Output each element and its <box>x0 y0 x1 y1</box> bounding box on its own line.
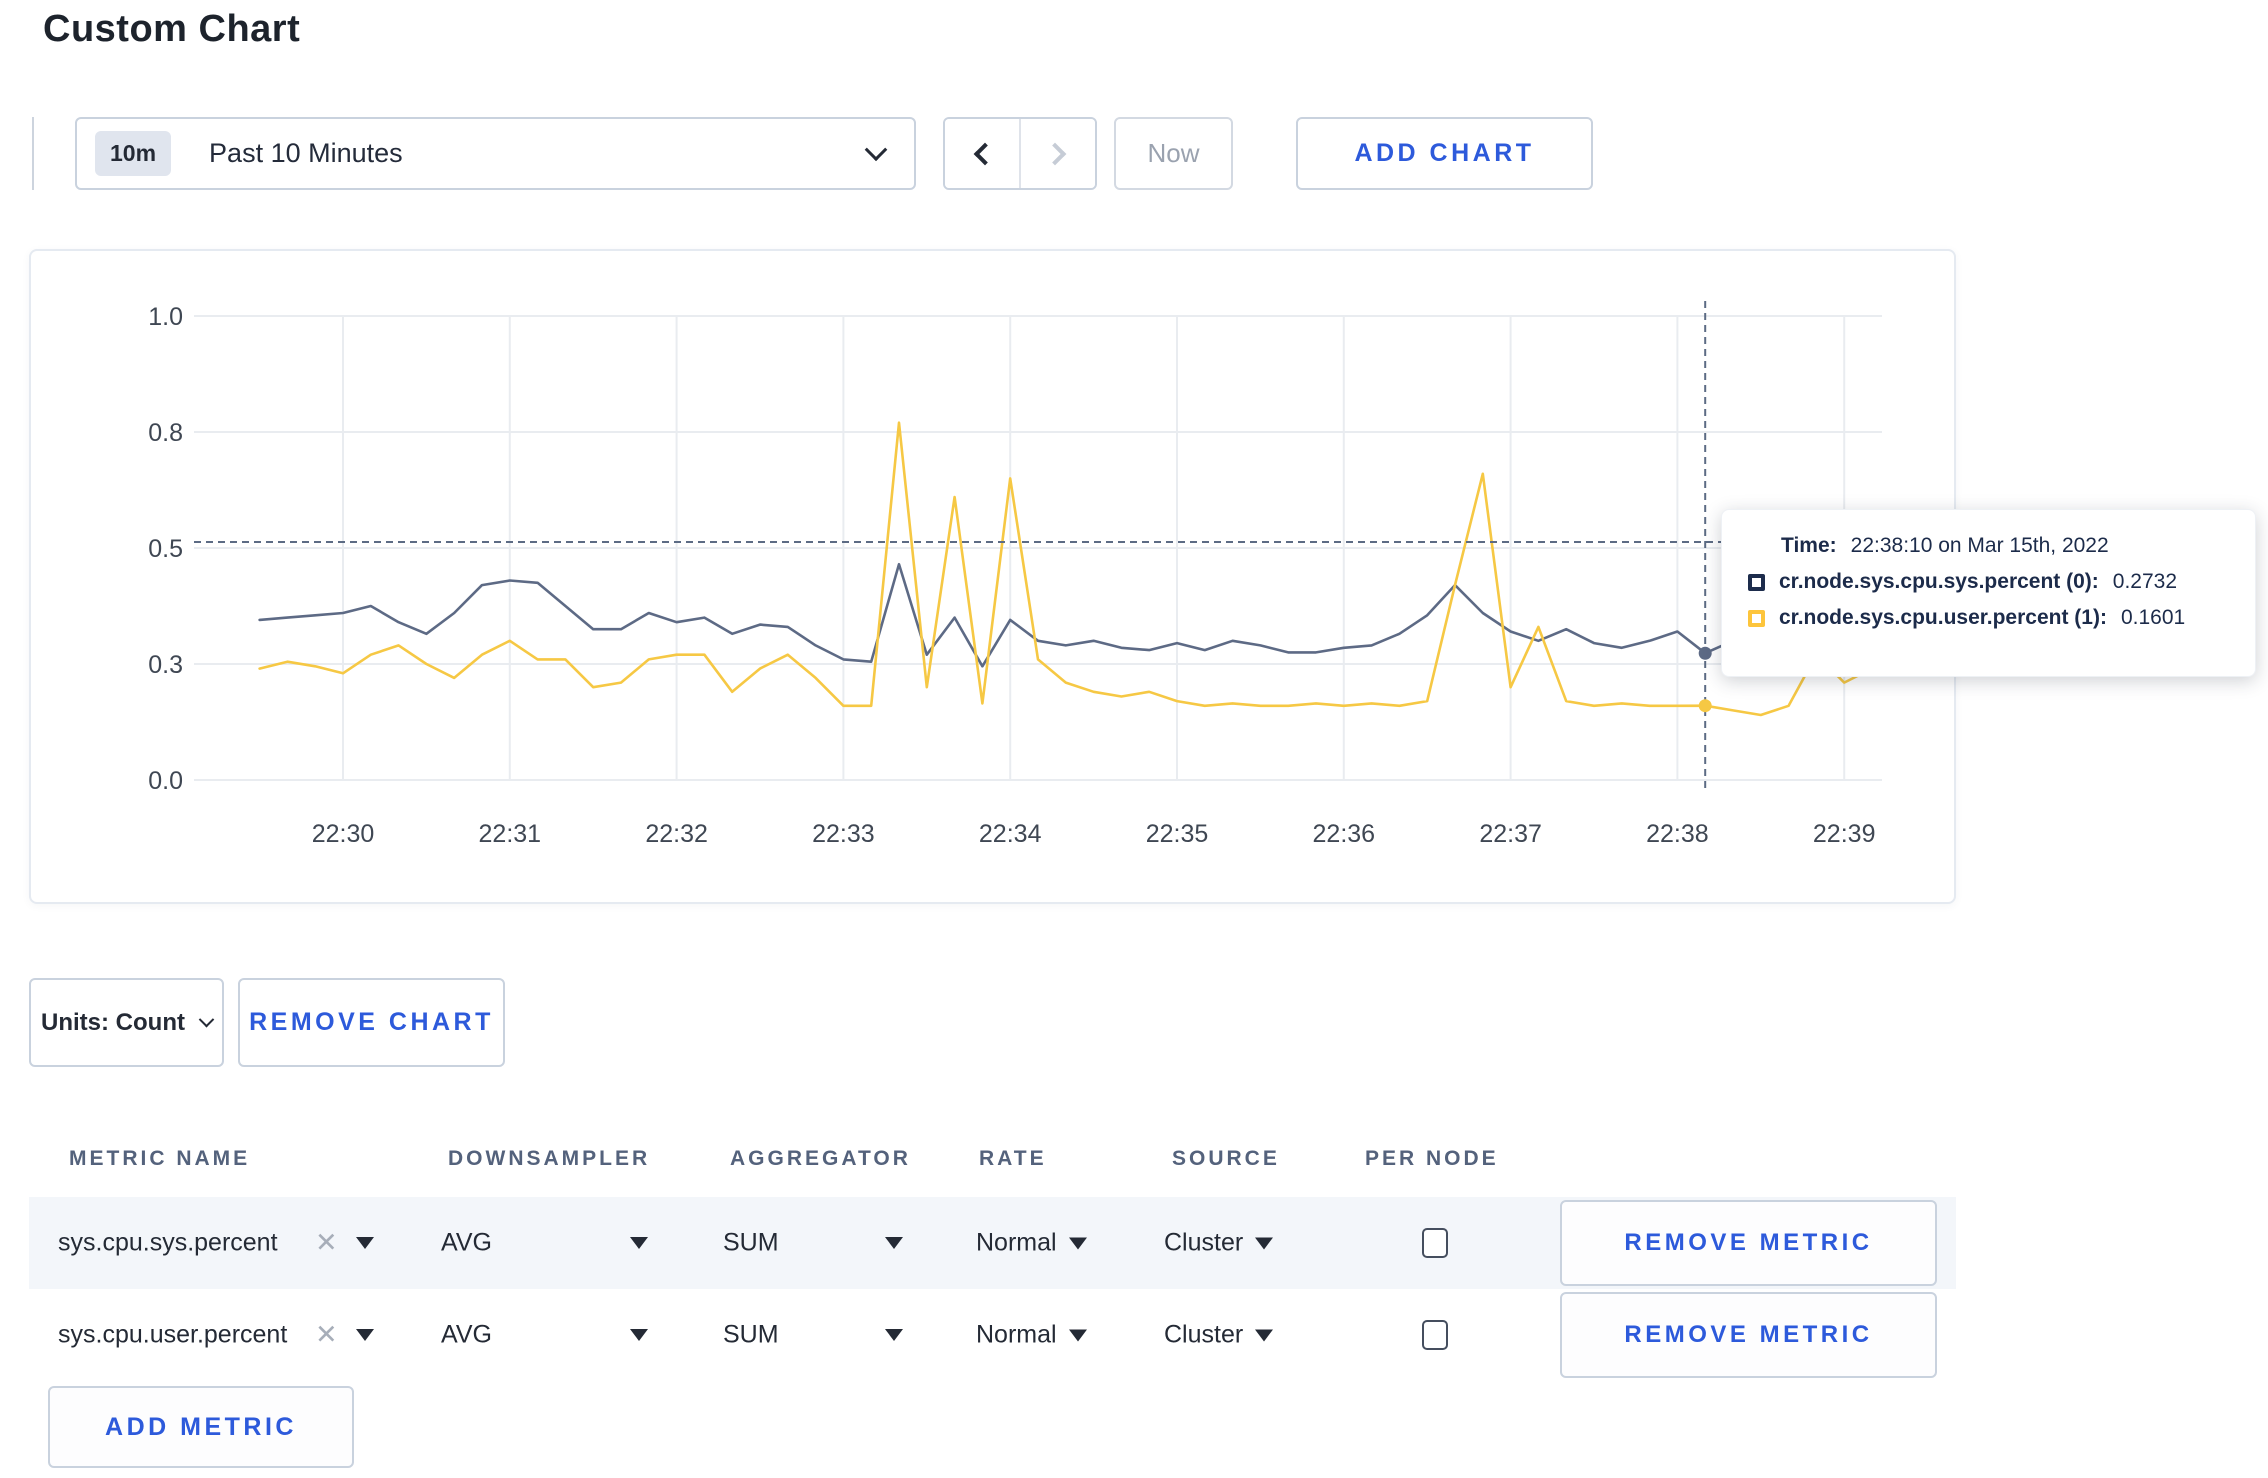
x-tick-label: 22:35 <box>1146 820 1209 848</box>
y-tick-label: 1.0 <box>148 303 183 331</box>
x-tick-label: 22:33 <box>812 820 875 848</box>
hover-dot <box>1698 646 1712 660</box>
add-chart-button[interactable]: ADD CHART <box>1296 117 1593 190</box>
close-icon[interactable]: ✕ <box>315 1320 338 1351</box>
page-title: Custom Chart <box>43 8 301 50</box>
metric-name: sys.cpu.sys.percent <box>58 1228 278 1257</box>
col-source: SOURCE <box>1172 1146 1280 1170</box>
downsampler-dropdown[interactable] <box>630 1237 648 1249</box>
aggregator-value[interactable]: SUM <box>723 1229 779 1258</box>
rate-value: Normal <box>976 1320 1057 1349</box>
tooltip-sys-series-name: cr.node.sys.cpu.sys.percent (0): <box>1779 570 2099 593</box>
add-metric-button[interactable]: ADD METRIC <box>48 1386 354 1468</box>
col-downsampler: DOWNSAMPLER <box>448 1146 651 1170</box>
caret-down-icon <box>630 1329 648 1341</box>
custom-chart-page: Custom Chart 10m Past 10 Minutes Now ADD… <box>0 0 2268 1478</box>
next-time-button[interactable] <box>1019 119 1095 188</box>
close-icon[interactable]: ✕ <box>315 1228 338 1259</box>
x-tick-label: 22:39 <box>1813 820 1876 848</box>
tooltip-time-value: 22:38:10 on Mar 15th, 2022 <box>1850 534 2109 557</box>
series-line-1 <box>258 421 1874 717</box>
checkbox-icon <box>1422 1228 1448 1258</box>
caret-down-icon <box>885 1329 903 1341</box>
metric-name-dropdown[interactable] <box>356 1329 374 1341</box>
x-tick-label: 22:38 <box>1646 820 1709 848</box>
tooltip-sys-series-value: 0.2732 <box>2112 570 2178 593</box>
caret-down-icon <box>630 1237 648 1249</box>
caret-down-icon <box>885 1237 903 1249</box>
sys-series-swatch-icon <box>1748 573 1765 591</box>
caret-down-icon <box>356 1329 374 1341</box>
x-tick-label: 22:34 <box>979 820 1042 848</box>
col-metric-name: METRIC NAME <box>69 1146 251 1170</box>
rate-dropdown[interactable]: Normal <box>976 1321 1087 1350</box>
table-row: sys.cpu.sys.percent ✕ AVG SUM Normal Clu… <box>29 1197 1956 1289</box>
units-label: Units: Count <box>41 1008 185 1036</box>
col-aggregator: AGGREGATOR <box>730 1146 911 1170</box>
source-dropdown[interactable]: Cluster <box>1164 1228 1274 1258</box>
x-tick-label: 22:36 <box>1313 820 1376 848</box>
per-node-checkbox[interactable] <box>1422 1320 1448 1350</box>
downsampler-value[interactable]: AVG <box>441 1321 492 1350</box>
tooltip-time-label: Time: <box>1781 534 1837 557</box>
series-line-0 <box>258 562 1874 668</box>
caret-down-icon <box>1068 1329 1087 1341</box>
time-range-label: Past 10 Minutes <box>209 138 403 168</box>
now-button[interactable]: Now <box>1114 117 1233 190</box>
aggregator-value[interactable]: SUM <box>723 1321 779 1350</box>
hover-dot <box>1698 699 1712 713</box>
caret-down-icon <box>1068 1237 1087 1249</box>
time-pager <box>943 117 1097 190</box>
source-value: Cluster <box>1164 1228 1244 1257</box>
caret-down-icon <box>1255 1237 1274 1249</box>
x-tick-label: 22:37 <box>1479 820 1542 848</box>
rate-dropdown[interactable]: Normal <box>976 1229 1087 1258</box>
chevron-down-icon <box>864 137 888 161</box>
checkbox-icon <box>1422 1320 1448 1350</box>
user-series-swatch-icon <box>1748 609 1765 627</box>
x-tick-label: 22:32 <box>645 820 708 848</box>
downsampler-value[interactable]: AVG <box>441 1229 492 1258</box>
source-value: Cluster <box>1164 1320 1244 1349</box>
y-tick-label: 0.8 <box>148 419 183 447</box>
x-tick-label: 22:31 <box>479 820 542 848</box>
source-dropdown[interactable]: Cluster <box>1164 1320 1274 1350</box>
col-rate: RATE <box>979 1146 1047 1170</box>
rate-value: Normal <box>976 1228 1057 1257</box>
time-range-badge: 10m <box>95 131 172 176</box>
tooltip-user-series-name: cr.node.sys.cpu.user.percent (1): <box>1779 606 2107 629</box>
chart-card: 0.0 0.3 0.5 0.8 1.0 22:30 22:31 22:32 22:33 22:34… <box>29 249 1956 904</box>
chevron-left-icon <box>973 142 997 165</box>
time-range-select[interactable]: 10m Past 10 Minutes <box>75 117 916 190</box>
toolbar-divider <box>32 117 34 190</box>
y-tick-label: 0.3 <box>148 651 183 679</box>
units-select[interactable]: Units: Count <box>29 978 224 1067</box>
per-node-checkbox[interactable] <box>1422 1228 1448 1258</box>
chevron-down-icon <box>198 1011 215 1028</box>
line-chart[interactable]: 0.0 0.3 0.5 0.8 1.0 22:30 22:31 22:32 22:33 22:34… <box>31 251 1954 902</box>
prev-time-button[interactable] <box>945 119 1019 188</box>
aggregator-dropdown[interactable] <box>885 1329 903 1341</box>
remove-metric-button[interactable]: REMOVE METRIC <box>1560 1292 1937 1378</box>
caret-down-icon <box>356 1237 374 1249</box>
y-tick-label: 0.5 <box>148 535 183 563</box>
downsampler-dropdown[interactable] <box>630 1329 648 1341</box>
remove-metric-button[interactable]: REMOVE METRIC <box>1560 1200 1937 1286</box>
x-tick-label: 22:30 <box>312 820 375 848</box>
remove-chart-button[interactable]: REMOVE CHART <box>238 978 505 1067</box>
col-per-node: PER NODE <box>1365 1146 1499 1170</box>
chart-tooltip: Time: 22:38:10 on Mar 15th, 2022 cr.node… <box>1721 509 2256 677</box>
caret-down-icon <box>1255 1329 1274 1341</box>
table-row: sys.cpu.user.percent ✕ AVG SUM Normal Cl… <box>29 1289 1956 1381</box>
aggregator-dropdown[interactable] <box>885 1237 903 1249</box>
metrics-table-header: METRIC NAME DOWNSAMPLER AGGREGATOR RATE … <box>29 1120 1956 1197</box>
metric-name: sys.cpu.user.percent <box>58 1320 288 1349</box>
y-tick-label: 0.0 <box>148 767 183 795</box>
metric-name-dropdown[interactable] <box>356 1237 374 1249</box>
tooltip-user-series-value: 0.1601 <box>2120 606 2186 629</box>
chevron-right-icon <box>1043 142 1067 165</box>
